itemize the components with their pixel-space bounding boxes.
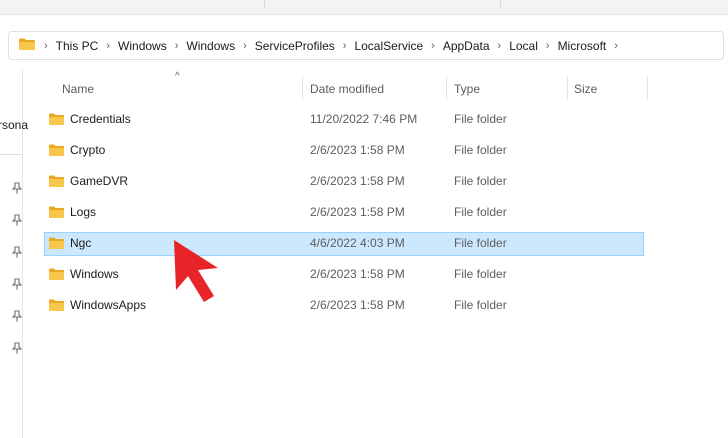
pin-icon <box>12 246 22 258</box>
column-header-type[interactable]: Type <box>454 82 480 96</box>
breadcrumb-item[interactable]: LocalService <box>354 39 423 53</box>
chevron-right-icon[interactable]: › <box>243 40 247 52</box>
column-header-date-modified[interactable]: Date modified <box>310 82 384 96</box>
nav-item-clipped-label[interactable]: rsona <box>0 118 28 132</box>
nav-pane-divider <box>0 154 22 155</box>
folder-icon <box>48 236 65 253</box>
pin-icon <box>12 342 22 354</box>
sort-up-icon: ^ <box>175 71 180 82</box>
folder-icon <box>48 267 65 284</box>
folder-icon <box>48 112 65 129</box>
file-type: File folder <box>454 267 507 281</box>
file-type: File folder <box>454 298 507 312</box>
folder-icon <box>48 143 65 160</box>
file-row[interactable]: Logs 2/6/2023 1:58 PM File folder <box>44 201 644 225</box>
file-type: File folder <box>454 143 507 157</box>
file-row[interactable]: WindowsApps 2/6/2023 1:58 PM File folder <box>44 294 644 318</box>
file-type: File folder <box>454 205 507 219</box>
pin-icon <box>12 214 22 226</box>
chevron-right-icon[interactable]: › <box>431 40 435 52</box>
column-header-row: ^ Name Date modified Type Size <box>22 71 728 102</box>
file-date-modified: 11/20/2022 7:46 PM <box>310 112 418 126</box>
file-row[interactable]: Windows 2/6/2023 1:58 PM File folder <box>44 263 644 287</box>
file-row[interactable]: Crypto 2/6/2023 1:58 PM File folder <box>44 139 644 163</box>
chevron-right-icon[interactable]: › <box>106 40 110 52</box>
pin-icon <box>12 310 22 322</box>
chevron-right-icon[interactable]: › <box>614 40 618 52</box>
file-name[interactable]: Ngc <box>70 236 91 250</box>
breadcrumb-item[interactable]: Local <box>509 39 538 53</box>
file-type: File folder <box>454 236 507 250</box>
column-divider[interactable] <box>647 76 648 100</box>
chevron-right-icon[interactable]: › <box>343 40 347 52</box>
folder-icon <box>18 37 36 54</box>
breadcrumb-item[interactable]: Windows <box>186 39 235 53</box>
title-strip-divider <box>264 0 265 8</box>
file-row[interactable]: Credentials 11/20/2022 7:46 PM File folder <box>44 108 644 132</box>
pin-icon <box>12 278 22 290</box>
file-type: File folder <box>454 174 507 188</box>
breadcrumb-item[interactable]: ServiceProfiles <box>255 39 335 53</box>
title-strip-divider <box>500 0 501 8</box>
file-name[interactable]: Crypto <box>70 143 105 157</box>
pin-icon <box>12 182 22 194</box>
file-name[interactable]: Credentials <box>70 112 131 126</box>
chevron-right-icon[interactable]: › <box>546 40 550 52</box>
title-strip <box>0 0 728 15</box>
file-name[interactable]: WindowsApps <box>70 298 146 312</box>
chevron-right-icon[interactable]: › <box>44 40 48 52</box>
file-row[interactable]: GameDVR 2/6/2023 1:58 PM File folder <box>44 170 644 194</box>
breadcrumb: › This PC › Windows › Windows › ServiceProfiles… <box>44 39 626 53</box>
address-bar[interactable]: › This PC › Windows › Windows › ServiceProfiles… <box>8 31 724 60</box>
breadcrumb-item[interactable]: This PC <box>56 39 99 53</box>
column-divider[interactable] <box>302 76 303 100</box>
chevron-right-icon[interactable]: › <box>498 40 502 52</box>
file-name[interactable]: Logs <box>70 205 96 219</box>
file-date-modified: 2/6/2023 1:58 PM <box>310 267 405 281</box>
file-name[interactable]: GameDVR <box>70 174 128 188</box>
file-date-modified: 2/6/2023 1:58 PM <box>310 205 405 219</box>
folder-icon <box>48 205 65 222</box>
breadcrumb-item[interactable]: AppData <box>443 39 490 53</box>
red-arrow-pointer <box>174 240 218 302</box>
navigation-pane: rsona <box>0 70 28 438</box>
file-row[interactable]: Ngc 4/6/2022 4:03 PM File folder <box>44 232 644 256</box>
file-date-modified: 2/6/2023 1:58 PM <box>310 143 405 157</box>
breadcrumb-item[interactable]: Microsoft <box>558 39 607 53</box>
column-header-name[interactable]: Name <box>62 82 94 96</box>
folder-icon <box>48 174 65 191</box>
column-header-size[interactable]: Size <box>574 82 597 96</box>
chevron-right-icon[interactable]: › <box>175 40 179 52</box>
file-name[interactable]: Windows <box>70 267 119 281</box>
file-date-modified: 2/6/2023 1:58 PM <box>310 298 405 312</box>
column-divider[interactable] <box>567 76 568 100</box>
file-date-modified: 4/6/2022 4:03 PM <box>310 236 405 250</box>
column-divider[interactable] <box>446 76 447 100</box>
file-type: File folder <box>454 112 507 126</box>
folder-icon <box>48 298 65 315</box>
breadcrumb-item[interactable]: Windows <box>118 39 167 53</box>
file-date-modified: 2/6/2023 1:58 PM <box>310 174 405 188</box>
